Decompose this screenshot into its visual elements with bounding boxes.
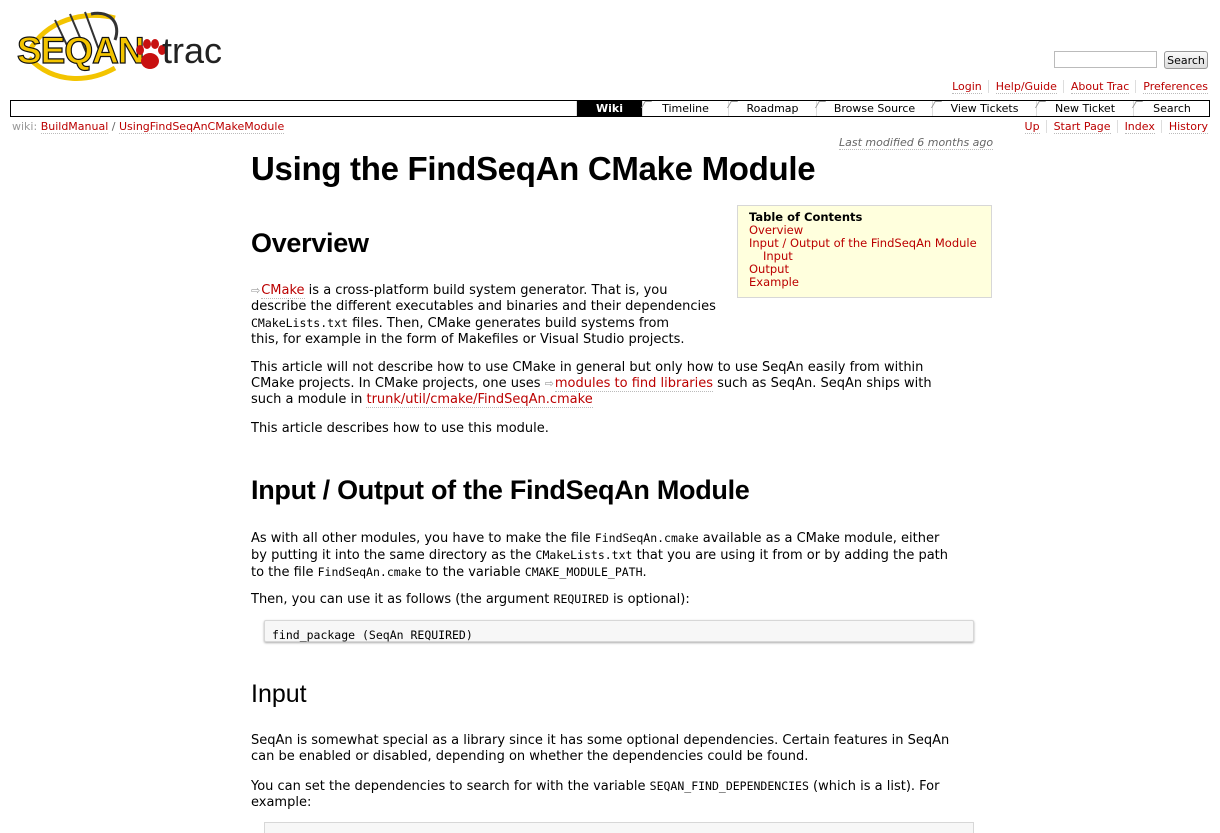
external-link-icon: ⇨ [251, 284, 261, 297]
text: SeqAn is somewhat special as a library s… [251, 733, 950, 748]
about-trac-link[interactable]: About Trac [1070, 80, 1130, 94]
text: You can set the dependencies to search f… [251, 779, 650, 794]
cmake-link[interactable]: CMake [261, 283, 305, 299]
logo-seqan-text: SEQAN [16, 29, 145, 71]
text: such as SeqAn. SeqAn ships with [713, 376, 932, 391]
io-paragraph-1: As with all other modules, you have to m… [251, 530, 1011, 581]
code-block-partial [264, 822, 974, 833]
inline-code: CMakeLists.txt [535, 548, 633, 562]
main-navigation: Wiki Timeline Roadmap Browse Source View… [10, 100, 1210, 117]
text: example: [251, 795, 312, 810]
text: available as a CMake module, either [698, 531, 940, 546]
toc-item-example[interactable]: Example [749, 276, 985, 289]
external-link-icon: ⇨ [544, 377, 554, 390]
overview-paragraph-2: This article will not describe how to us… [251, 360, 1011, 408]
inline-code: CMAKE_MODULE_PATH [524, 565, 643, 579]
text: Then, you can use it as follows (the arg… [251, 592, 554, 607]
overview-paragraph-1: ⇨CMake is a cross-platform build system … [251, 283, 731, 348]
io-paragraph-2: Then, you can use it as follows (the arg… [251, 591, 690, 608]
text: . [642, 565, 647, 580]
seqan-trac-logo[interactable]: SEQAN trac [15, 10, 230, 82]
text: to the variable [421, 565, 525, 580]
breadcrumb-label: wiki: [12, 120, 38, 133]
table-of-contents: Table of Contents Overview Input / Outpu… [737, 205, 992, 298]
findseqan-source-link[interactable]: trunk/util/cmake/FindSeqAn.cmake [366, 392, 593, 408]
help-guide-link[interactable]: Help/Guide [995, 80, 1057, 94]
tab-wiki[interactable]: Wiki [576, 101, 642, 116]
breadcrumb-separator: / [111, 120, 116, 133]
history-link[interactable]: History [1168, 120, 1208, 134]
text: by putting it into the same directory as… [251, 548, 536, 563]
tab-timeline[interactable]: Timeline [642, 101, 728, 116]
inline-code: CMakeLists.txt [251, 316, 348, 330]
text: CMake projects. In CMake projects, one u… [251, 376, 545, 391]
text: that you are using it from or by adding … [632, 548, 949, 563]
text: As with all other modules, you have to m… [251, 531, 595, 546]
inline-code: SEQAN_FIND_DEPENDENCIES [649, 779, 809, 793]
text: files. Then, CMake generates build syste… [347, 316, 670, 331]
search-input[interactable] [1054, 51, 1157, 68]
heading-input-output: Input / Output of the FindSeqAn Module [251, 475, 750, 505]
tab-roadmap[interactable]: Roadmap [728, 101, 816, 116]
tab-browse-source[interactable]: Browse Source [816, 101, 932, 116]
page-title: Using the FindSeqAn CMake Module [251, 150, 816, 187]
breadcrumb-current-page[interactable]: UsingFindSeqAnCMakeModule [119, 120, 285, 134]
logo-trac-text: trac [162, 30, 223, 71]
input-paragraph-2: You can set the dependencies to search f… [251, 778, 1011, 811]
breadcrumb: wiki: BuildManual / UsingFindSeqAnCMakeM… [12, 120, 285, 134]
heading-overview: Overview [251, 228, 369, 258]
input-paragraph-1: SeqAn is somewhat special as a library s… [251, 733, 1011, 765]
text: to the file [251, 565, 318, 580]
text: this, for example in the form of Makefil… [251, 332, 685, 347]
tab-search[interactable]: Search [1133, 101, 1210, 116]
tab-new-ticket[interactable]: New Ticket [1036, 101, 1133, 116]
overview-paragraph-3: This article describes how to use this m… [251, 421, 549, 436]
start-page-link[interactable]: Start Page [1053, 120, 1111, 134]
up-link[interactable]: Up [1024, 120, 1040, 134]
modules-link[interactable]: modules to find libraries [554, 376, 714, 392]
index-link[interactable]: Index [1124, 120, 1155, 134]
text: is optional): [608, 592, 690, 607]
heading-input: Input [251, 680, 307, 708]
inline-code: FindSeqAn.cmake [317, 565, 422, 579]
text: describe the different executables and b… [251, 299, 716, 314]
inline-code: FindSeqAn.cmake [594, 531, 699, 545]
context-navigation: Up Start Page Index History [1018, 120, 1208, 134]
text: can be enabled or disabled, depending on… [251, 749, 809, 764]
inline-code: REQUIRED [553, 592, 609, 606]
preferences-link[interactable]: Preferences [1143, 80, 1208, 94]
last-modified-text: Last modified 6 months ago [839, 136, 994, 150]
text: such a module in [251, 392, 367, 407]
code-block-text: find_package (SeqAn REQUIRED) [272, 628, 473, 642]
text: is a cross-platform build system generat… [304, 283, 668, 298]
tab-view-tickets[interactable]: View Tickets [932, 101, 1036, 116]
code-block: find_package (SeqAn REQUIRED) [264, 620, 974, 642]
search-button[interactable]: Search [1164, 51, 1208, 69]
breadcrumb-buildmanual[interactable]: BuildManual [40, 120, 109, 134]
meta-navigation: Login Help/Guide About Trac Preferences [945, 80, 1208, 94]
text: This article will not describe how to us… [251, 360, 924, 375]
text: (which is a list). For [808, 779, 940, 794]
last-modified: Last modified 6 months ago [839, 136, 994, 150]
login-link[interactable]: Login [952, 80, 982, 94]
